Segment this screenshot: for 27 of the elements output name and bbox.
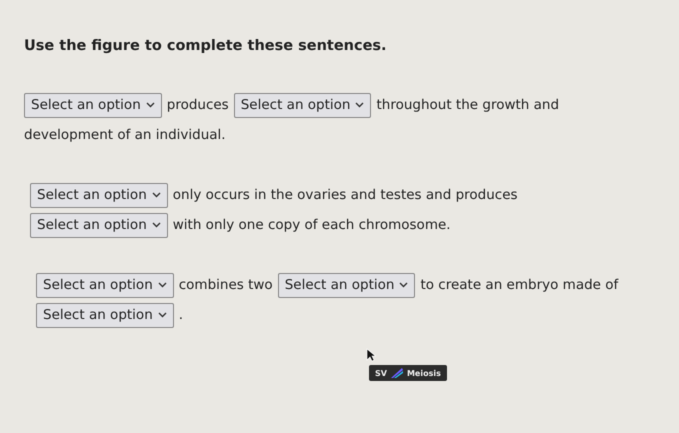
streak-icon xyxy=(390,367,404,379)
option-dropdown[interactable]: Select an option xyxy=(36,272,174,298)
caret-icon xyxy=(399,282,408,288)
option-dropdown[interactable]: Select an option xyxy=(30,182,168,208)
caret-icon xyxy=(152,222,161,228)
sentence-text: . xyxy=(178,307,184,323)
caret-icon xyxy=(158,282,167,288)
option-dropdown[interactable]: Select an option xyxy=(36,302,174,328)
sentence-text: combines two xyxy=(178,277,273,293)
sentence-text: throughout the growth and xyxy=(376,97,560,113)
cursor-icon xyxy=(366,348,376,362)
sentence-text: to create an embryo made of xyxy=(420,277,618,293)
option-dropdown[interactable]: Select an option xyxy=(30,212,168,238)
caret-icon xyxy=(152,192,161,198)
caret-icon xyxy=(355,102,364,108)
sentence-text: development of an individual. xyxy=(24,127,226,143)
option-dropdown[interactable]: Select an option xyxy=(234,92,372,118)
tooltip-label: Meiosis xyxy=(406,368,441,378)
sentence-text: produces xyxy=(166,97,229,113)
caret-icon xyxy=(146,102,155,108)
tooltip-prefix: SV xyxy=(375,368,387,378)
instruction-text: Use the figure to complete these sentences. xyxy=(24,38,388,54)
option-dropdown[interactable]: Select an option xyxy=(24,92,162,118)
sentence-text: with only one copy of each chromosome. xyxy=(172,217,451,233)
caret-icon xyxy=(158,312,167,318)
option-dropdown[interactable]: Select an option xyxy=(278,272,416,298)
sentence-text: only occurs in the ovaries and testes and produces xyxy=(172,187,518,203)
